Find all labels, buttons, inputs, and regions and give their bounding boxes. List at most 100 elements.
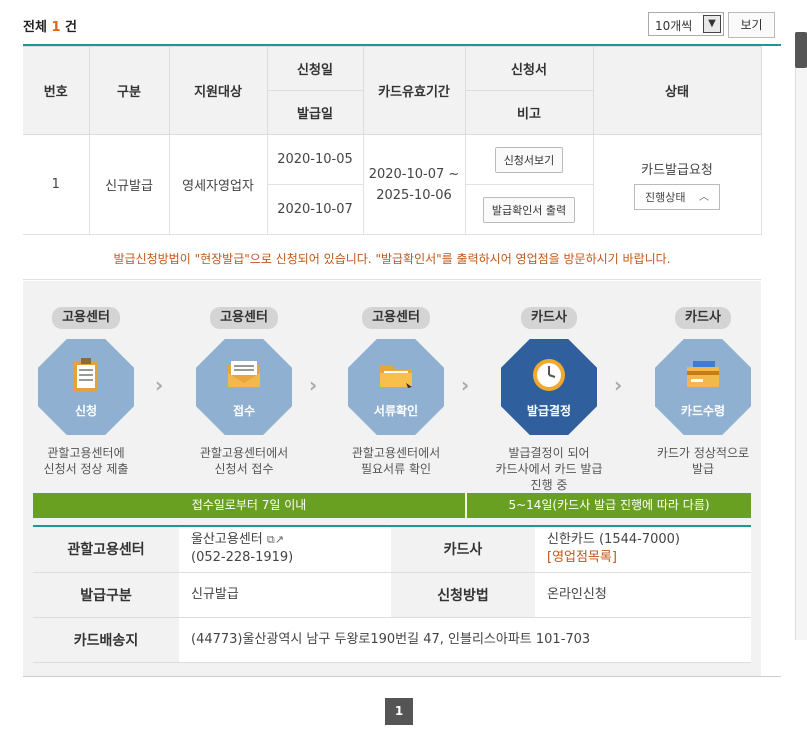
page-button-current[interactable]: 1 bbox=[385, 698, 413, 725]
step-desc-line: 신청서 정상 제출 bbox=[43, 462, 129, 476]
validity-from: 2020-10-07 ~ bbox=[368, 166, 460, 182]
label-method: 신청방법 bbox=[391, 572, 535, 618]
step-description: 관할고용센터에 신청서 정상 제출 bbox=[16, 445, 156, 477]
validity-to: 2025-10-06 bbox=[376, 187, 452, 203]
header-remarks: 비고 bbox=[464, 90, 594, 135]
step-badge: 접수 bbox=[196, 339, 292, 435]
step-desc-line: 카드사에서 카드 발급 bbox=[495, 462, 603, 476]
value-center: 울산고용센터 ⧉↗ (052-228-1919) bbox=[179, 527, 391, 573]
card-icon bbox=[687, 361, 719, 387]
scrollbar[interactable] bbox=[795, 32, 807, 640]
external-link-icon[interactable]: ⧉↗ bbox=[267, 533, 284, 546]
issue-info-table: 관할고용센터 울산고용센터 ⧉↗ (052-228-1919) 카드사 신한카드… bbox=[33, 527, 751, 663]
chevron-right-icon: › bbox=[309, 373, 318, 397]
page-size-select[interactable]: 10개씩 ▼ bbox=[648, 12, 724, 36]
card-company-name: 신한카드 (1544-7000) bbox=[547, 532, 680, 548]
label-delivery: 카드배송지 bbox=[33, 617, 179, 663]
header-no: 번호 bbox=[23, 46, 90, 135]
step-label: 발급결정 bbox=[526, 404, 572, 418]
step-label: 접수 bbox=[232, 404, 256, 418]
cell-apply-date: 2020-10-05 bbox=[266, 134, 364, 185]
step-desc-line: 관할고용센터에서 bbox=[199, 446, 289, 460]
step-issue-decision: 카드사 발급결정 발급결정이 되어 카드사에서 카드 발급 진행 중 bbox=[479, 307, 619, 493]
progress-panel: 고용센터 신청 관할고용센터에 신청서 정상 제출 › 고용센터 접수 관할고용… bbox=[23, 281, 761, 676]
step-category: 고용센터 bbox=[52, 307, 120, 329]
center-name-row: 울산고용센터 ⧉↗ bbox=[191, 531, 391, 549]
step-description: 관할고용센터에서 필요서류 확인 bbox=[326, 445, 466, 477]
label-issue-type: 발급구분 bbox=[33, 572, 179, 618]
cell-issue-date: 2020-10-07 bbox=[267, 184, 364, 235]
step-description: 관할고용센터에서 신청서 접수 bbox=[174, 445, 314, 477]
step-apply: 고용센터 신청 관할고용센터에 신청서 정상 제출 bbox=[16, 307, 156, 477]
step-label: 신청 bbox=[74, 404, 98, 418]
table-row: 1 신규발급 영세자영업자 2020-10-05 2020-10-07 ~ 20… bbox=[23, 134, 762, 235]
duration-bar-card: 5~14일(카드사 발급 진행에 따라 다름) bbox=[467, 493, 751, 518]
view-application-button[interactable]: 신청서보기 bbox=[494, 146, 564, 173]
step-desc-line: 발급결정이 되어 bbox=[508, 446, 590, 460]
status-text: 카드발급요청 bbox=[641, 163, 713, 178]
step-category: 카드사 bbox=[521, 307, 577, 329]
clock-icon bbox=[533, 359, 565, 391]
progress-status-dropdown[interactable]: 진행상태 ︿ bbox=[634, 184, 720, 210]
total-count: 전체 1 건 bbox=[23, 16, 77, 35]
chevron-down-icon[interactable]: ▼ bbox=[703, 15, 721, 33]
step-desc-line: 발급 bbox=[691, 462, 715, 476]
step-category: 고용센터 bbox=[362, 307, 430, 329]
clipboard-icon bbox=[74, 358, 98, 391]
step-badge: 신청 bbox=[38, 339, 134, 435]
cell-remarks: 발급확인서 출력 bbox=[464, 184, 594, 235]
chevron-up-icon: ︿ bbox=[699, 192, 709, 203]
step-desc-line: 카드가 정상적으로 bbox=[656, 446, 750, 460]
scrollbar-thumb[interactable] bbox=[795, 32, 807, 68]
chevron-right-icon: › bbox=[155, 373, 164, 397]
cell-status: 카드발급요청 진행상태 ︿ bbox=[592, 134, 762, 235]
page-size-value: 10개씩 bbox=[655, 19, 693, 33]
header-validity: 카드유효기간 bbox=[362, 46, 466, 135]
step-label: 서류확인 bbox=[373, 404, 419, 418]
envelope-icon bbox=[228, 361, 260, 387]
view-button[interactable]: 보기 bbox=[728, 12, 775, 38]
cell-application: 신청서보기 bbox=[464, 134, 594, 185]
step-card-receipt: 카드사 카드수령 카드가 정상적으로 발급 bbox=[633, 307, 773, 477]
header-apply-date: 신청일 bbox=[266, 46, 364, 91]
total-prefix: 전체 bbox=[23, 20, 47, 35]
total-suffix: 건 bbox=[65, 20, 77, 35]
cell-type: 신규발급 bbox=[88, 134, 170, 235]
issue-method-notice: 발급신청방법이 "현장발급"으로 신청되어 있습니다. "발급확인서"를 출력하… bbox=[23, 236, 761, 280]
value-delivery: (44773)울산광역시 남구 두왕로190번길 47, 인블리스아파트 101… bbox=[179, 617, 751, 663]
label-card-company: 카드사 bbox=[391, 527, 535, 573]
cell-no: 1 bbox=[23, 134, 90, 235]
total-number: 1 bbox=[51, 20, 61, 35]
header-target: 지원대상 bbox=[168, 46, 268, 135]
chevron-right-icon: › bbox=[461, 373, 470, 397]
step-badge: 카드수령 bbox=[655, 339, 751, 435]
step-desc-line: 신청서 접수 bbox=[214, 462, 274, 476]
print-confirmation-button[interactable]: 발급확인서 출력 bbox=[482, 196, 576, 223]
step-document-check: 고용센터 서류확인 관할고용센터에서 필요서류 확인 bbox=[326, 307, 466, 477]
cell-target: 영세자영업자 bbox=[168, 134, 268, 235]
folder-icon bbox=[380, 365, 412, 388]
step-badge: 발급결정 bbox=[501, 339, 597, 435]
step-desc-line: 필요서류 확인 bbox=[360, 462, 432, 476]
header-application: 신청서 bbox=[464, 46, 594, 91]
divider bbox=[23, 676, 781, 677]
header-type: 구분 bbox=[88, 46, 170, 135]
step-receive: 고용센터 접수 관할고용센터에서 신청서 접수 bbox=[174, 307, 314, 477]
step-badge: 서류확인 bbox=[348, 339, 444, 435]
step-description: 카드가 정상적으로 발급 bbox=[633, 445, 773, 477]
header-issue-date: 발급일 bbox=[266, 90, 364, 135]
center-name: 울산고용센터 bbox=[191, 532, 263, 548]
center-phone: (052-228-1919) bbox=[191, 550, 294, 566]
header-status: 상태 bbox=[592, 46, 762, 135]
list-toolbar: 전체 1 건 10개씩 ▼ 보기 bbox=[23, 10, 775, 40]
step-label: 카드수령 bbox=[680, 404, 726, 418]
branch-list-link[interactable]: [영업점목록] bbox=[547, 549, 751, 567]
step-desc-line: 관할고용센터에 bbox=[47, 446, 125, 460]
duration-bar-center: 접수일로부터 7일 이내 bbox=[33, 493, 465, 518]
step-category: 고용센터 bbox=[210, 307, 278, 329]
progress-status-label: 진행상태 bbox=[645, 191, 686, 204]
chevron-right-icon: › bbox=[614, 373, 623, 397]
application-table: 번호 구분 지원대상 신청일 카드유효기간 신청서 상태 발급일 비고 1 신규… bbox=[23, 46, 762, 235]
step-category: 카드사 bbox=[675, 307, 731, 329]
step-desc-line: 관할고용센터에서 bbox=[351, 446, 441, 460]
